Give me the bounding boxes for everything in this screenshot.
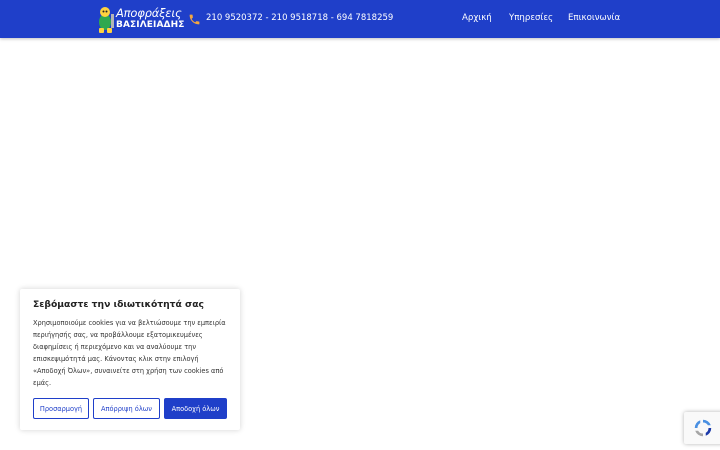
- site-logo[interactable]: Αποφράξεις ΒΑΣΙΛΕΙΑΔΗΣ: [96, 4, 184, 34]
- phone-icon: [189, 14, 200, 25]
- nav-contact-link[interactable]: Επικοινωνία: [568, 13, 620, 23]
- recaptcha-icon: [694, 419, 712, 437]
- recaptcha-badge[interactable]: [684, 412, 720, 444]
- mascot-icon: [99, 7, 114, 33]
- nav-services-link[interactable]: Υπηρεσίες: [509, 13, 553, 23]
- site-header: Αποφράξεις ΒΑΣΙΛΕΙΑΔΗΣ 210 9520372 - 210…: [0, 0, 720, 38]
- cookie-banner-title: Σεβόμαστε την ιδιωτικότητά σας: [33, 299, 204, 310]
- logo-text-top: Αποφράξεις: [116, 6, 182, 20]
- cookie-consent-banner: Σεβόμαστε την ιδιωτικότητά σας Χρησιμοπο…: [20, 289, 240, 430]
- phone-numbers[interactable]: 210 9520372 - 210 9518718 - 694 7818259: [206, 13, 393, 23]
- reject-all-button[interactable]: Απόρριψη όλων: [93, 398, 160, 419]
- cookie-banner-text: Χρησιμοποιούμε cookies για να βελτιώσουμ…: [33, 319, 226, 387]
- accept-all-button[interactable]: Αποδοχή όλων: [164, 398, 227, 419]
- nav-home-link[interactable]: Αρχική: [462, 13, 492, 23]
- logo-text-bottom: ΒΑΣΙΛΕΙΑΔΗΣ: [116, 20, 185, 30]
- customize-button[interactable]: Προσαρμογή: [33, 398, 89, 419]
